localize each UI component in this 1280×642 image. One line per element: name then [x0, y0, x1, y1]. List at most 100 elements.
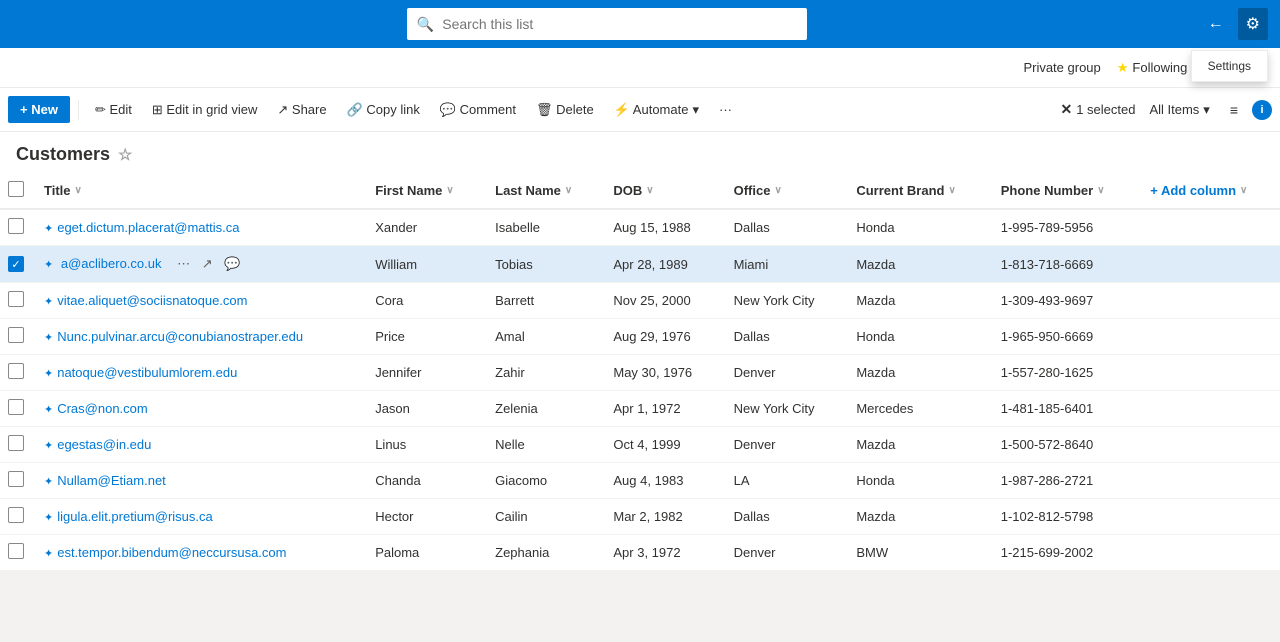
select-all-col[interactable] [0, 173, 32, 209]
row-checkbox-cell[interactable] [0, 209, 32, 246]
row-checkbox[interactable] [8, 435, 24, 451]
row-menu-button[interactable]: ⋯ [173, 254, 194, 274]
row-checkbox-cell[interactable] [0, 427, 32, 463]
table-row[interactable]: ✦vitae.aliquet@sociisnatoque.comCoraBarr… [0, 283, 1280, 319]
row-brand-cell: Honda [844, 463, 988, 499]
edit-grid-button[interactable]: ⊞ Edit in grid view [144, 96, 266, 124]
row-title-link[interactable]: Cras@non.com [57, 401, 148, 416]
row-first-name-cell: Price [363, 319, 483, 355]
row-checkbox-cell[interactable] [0, 355, 32, 391]
all-items-button[interactable]: All Items ▾ [1143, 98, 1215, 122]
row-checkbox[interactable] [8, 363, 24, 379]
row-first-name-cell: Jason [363, 391, 483, 427]
filter-button[interactable]: ≡ [1224, 98, 1244, 122]
col-phone-number[interactable]: Phone Number ∨ [989, 173, 1138, 209]
row-title-cell: ✦ a@aclibero.co.uk ⋯ ↗ 💬 [32, 246, 363, 283]
phone-sort-icon: ∨ [1097, 185, 1104, 196]
all-items-chevron-icon: ▾ [1203, 102, 1210, 118]
row-checkbox-cell[interactable]: ✓ [0, 246, 32, 283]
row-expand-icon: ✦ [44, 332, 53, 344]
table-row[interactable]: ✦eget.dictum.placerat@mattis.caXanderIsa… [0, 209, 1280, 246]
table-row[interactable]: ✦Nullam@Etiam.netChandaGiacomoAug 4, 198… [0, 463, 1280, 499]
col-title[interactable]: Title ∨ [32, 173, 363, 209]
row-expand-icon: ✦ [44, 296, 53, 308]
row-title-link[interactable]: est.tempor.bibendum@neccursusa.com [57, 545, 286, 560]
favorite-star-icon[interactable]: ☆ [118, 145, 132, 165]
table-row[interactable]: ✓ ✦ a@aclibero.co.uk ⋯ ↗ 💬 WilliamTobias… [0, 246, 1280, 283]
row-dob-cell: Apr 1, 1972 [601, 391, 721, 427]
copy-link-button[interactable]: 🔗 Copy link [339, 96, 428, 124]
table-row[interactable]: ✦ligula.elit.pretium@risus.caHectorCaili… [0, 499, 1280, 535]
row-checkbox[interactable] [8, 218, 24, 234]
row-checkbox[interactable] [8, 507, 24, 523]
table-row[interactable]: ✦est.tempor.bibendum@neccursusa.comPalom… [0, 535, 1280, 571]
following-item[interactable]: ★ Following [1117, 60, 1188, 76]
row-checkbox[interactable] [8, 399, 24, 415]
row-checkbox[interactable] [8, 543, 24, 559]
automate-chevron-icon: ▾ [692, 102, 699, 118]
comment-button[interactable]: 💬 Comment [432, 96, 524, 124]
row-checkbox-cell[interactable] [0, 319, 32, 355]
row-last-name-cell: Zephania [483, 535, 601, 571]
row-title-cell: ✦est.tempor.bibendum@neccursusa.com [32, 535, 363, 571]
row-checkbox-cell[interactable] [0, 391, 32, 427]
row-office-cell: Denver [722, 355, 845, 391]
private-group-item[interactable]: Private group [1023, 60, 1100, 75]
row-title-link[interactable]: vitae.aliquet@sociisnatoque.com [57, 293, 247, 308]
row-expand-icon: ✦ [44, 223, 53, 235]
row-expand-icon: ✦ [44, 259, 53, 271]
row-share-button[interactable]: ↗ [198, 254, 217, 274]
info-button[interactable]: i [1252, 100, 1272, 120]
last-name-sort-icon: ∨ [565, 185, 572, 196]
row-title-link[interactable]: natoque@vestibulumlorem.edu [57, 365, 237, 380]
new-button[interactable]: + New [8, 96, 70, 123]
col-office[interactable]: Office ∨ [722, 173, 845, 209]
row-checkbox[interactable] [8, 327, 24, 343]
delete-button[interactable]: 🗑 Delete [528, 96, 602, 124]
row-title-link[interactable]: ligula.elit.pretium@risus.ca [57, 509, 213, 524]
table-row[interactable]: ✦egestas@in.eduLinusNelleOct 4, 1999Denv… [0, 427, 1280, 463]
list-title: Customers [16, 144, 110, 165]
col-last-name[interactable]: Last Name ∨ [483, 173, 601, 209]
row-title-link[interactable]: a@aclibero.co.uk [61, 256, 162, 271]
toolbar-right: ✕ 1 selected All Items ▾ ≡ i [1060, 98, 1272, 122]
row-dob-cell: Aug 4, 1983 [601, 463, 721, 499]
search-input[interactable] [442, 16, 797, 32]
row-comment-button[interactable]: 💬 [220, 254, 244, 274]
automate-button[interactable]: ⚡ Automate ▾ [606, 96, 707, 124]
row-checkbox[interactable] [8, 291, 24, 307]
back-button[interactable]: ← [1202, 11, 1230, 37]
row-title-link[interactable]: Nullam@Etiam.net [57, 473, 166, 488]
select-all-checkbox[interactable] [8, 181, 24, 197]
row-title-link[interactable]: eget.dictum.placerat@mattis.ca [57, 220, 239, 235]
row-checkbox-cell[interactable] [0, 283, 32, 319]
row-title-link[interactable]: Nunc.pulvinar.arcu@conubianostraper.edu [57, 329, 303, 344]
table-row[interactable]: ✦natoque@vestibulumlorem.eduJenniferZahi… [0, 355, 1280, 391]
row-first-name-cell: Xander [363, 209, 483, 246]
deselect-button[interactable]: ✕ [1060, 101, 1072, 118]
top-bar-center: 🔍 [12, 8, 1202, 40]
more-button[interactable]: ··· [711, 96, 740, 123]
col-add-column[interactable]: + Add column ∨ [1138, 173, 1280, 209]
settings-button[interactable]: ⚙ [1238, 8, 1268, 40]
row-checkbox[interactable] [8, 471, 24, 487]
col-first-name[interactable]: First Name ∨ [363, 173, 483, 209]
row-checkbox[interactable]: ✓ [8, 256, 24, 272]
share-button[interactable]: ↗ Share [269, 96, 334, 124]
table-body: ✦eget.dictum.placerat@mattis.caXanderIsa… [0, 209, 1280, 571]
row-checkbox-cell[interactable] [0, 499, 32, 535]
col-dob[interactable]: DOB ∨ [601, 173, 721, 209]
row-last-name-cell: Tobias [483, 246, 601, 283]
row-first-name-cell: Hector [363, 499, 483, 535]
col-current-brand[interactable]: Current Brand ∨ [844, 173, 988, 209]
row-expand-icon: ✦ [44, 512, 53, 524]
table-row[interactable]: ✦Cras@non.comJasonZeleniaApr 1, 1972New … [0, 391, 1280, 427]
table-row[interactable]: ✦ Nunc.pulvinar.arcu@conubianostraper.edu… [0, 319, 1280, 355]
row-title-link[interactable]: egestas@in.edu [57, 437, 151, 452]
row-brand-cell: Mazda [844, 246, 988, 283]
edit-button[interactable]: ✏ Edit [87, 96, 140, 124]
row-title-cell: ✦ eget.dictum.placerat@mattis.ca [32, 209, 363, 246]
row-office-cell: New York City [722, 283, 845, 319]
row-checkbox-cell[interactable] [0, 463, 32, 499]
row-checkbox-cell[interactable] [0, 535, 32, 571]
